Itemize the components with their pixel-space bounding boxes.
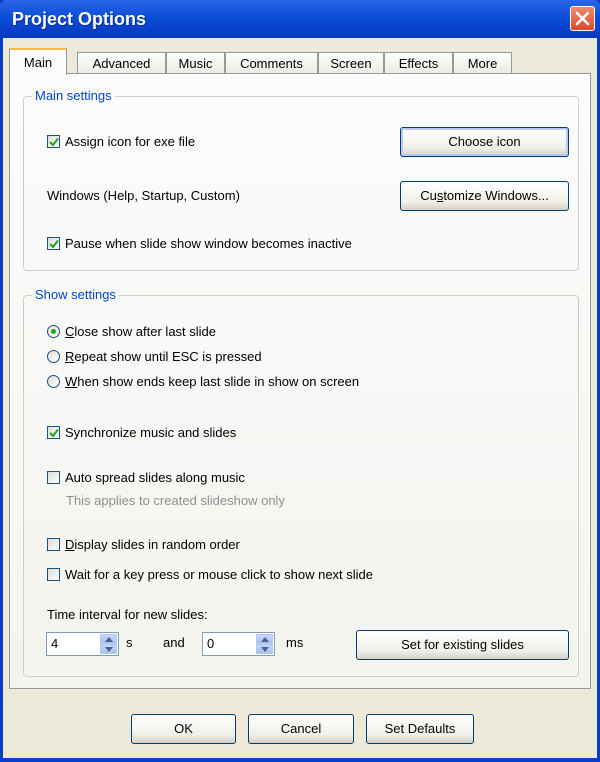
ms-down-arrow[interactable] [256, 644, 273, 654]
customize-label-post: tomize Windows... [443, 188, 549, 203]
cancel-label: Cancel [280, 721, 322, 736]
interval-label: Time interval for new slides: [47, 607, 208, 622]
auto-spread-checkbox[interactable]: Auto spread slides along music [47, 470, 245, 485]
dialog-client-area: Main Advanced Music Comments Screen Effe… [3, 38, 597, 758]
checkbox-box [47, 538, 60, 551]
show-settings-title: Show settings [32, 287, 119, 302]
set-defaults-label: Set Defaults [384, 721, 456, 736]
auto-spread-label: Auto spread slides along music [65, 470, 245, 485]
ok-button[interactable]: OK [131, 714, 236, 744]
assign-icon-checkbox[interactable]: Assign icon for exe file [47, 134, 195, 149]
radio-close-label: lose show after last slide [74, 324, 217, 339]
ms-up-arrow[interactable] [256, 634, 273, 644]
close-icon [575, 11, 590, 26]
window-title: Project Options [12, 9, 147, 29]
set-existing-label: Set for existing slides [401, 637, 524, 652]
wait-key-press-checkbox[interactable]: Wait for a key press or mouse click to s… [47, 567, 373, 582]
radio-keep-label: hen show ends keep last slide in show on… [77, 374, 360, 389]
ms-value: 0 [207, 636, 215, 651]
checkbox-box [47, 426, 60, 439]
radio-repeat-accel: R [65, 349, 75, 364]
seconds-value: 4 [51, 636, 59, 651]
spin-up-icon [261, 637, 269, 642]
assign-icon-label: Assign icon for exe file [65, 134, 196, 149]
customize-windows-button[interactable]: Customize Windows... [400, 181, 569, 211]
check-mark-icon [49, 239, 59, 249]
sync-music-checkbox[interactable]: Synchronize music and slides [47, 425, 236, 440]
radio-button [47, 350, 60, 363]
radio-repeat-show[interactable]: Repeat show until ESC is pressed [47, 349, 262, 364]
spin-up-icon [105, 637, 113, 642]
title-bar[interactable]: Project Options [0, 0, 600, 38]
tab-comments[interactable]: Comments [225, 52, 318, 74]
seconds-spinner[interactable]: 4 [46, 632, 119, 656]
main-settings-title: Main settings [32, 88, 115, 103]
tab-music[interactable]: Music [166, 52, 225, 74]
auto-spread-note: This applies to created slideshow only [66, 493, 285, 508]
random-order-label: isplay slides in random order [74, 537, 240, 552]
set-existing-slides-button[interactable]: Set for existing slides [356, 630, 569, 660]
set-defaults-button[interactable]: Set Defaults [366, 714, 474, 744]
tab-screen[interactable]: Screen [318, 52, 384, 74]
tab-label: Comments [240, 56, 303, 71]
tab-label: Advanced [92, 56, 151, 71]
radio-keep-last-slide[interactable]: When show ends keep last slide in show o… [47, 374, 359, 389]
choose-icon-button[interactable]: Choose icon [400, 127, 569, 157]
wait-key-press-label: Wait for a key press or mouse click to s… [65, 567, 374, 582]
sync-music-label: Synchronize music and slides [65, 425, 237, 440]
seconds-spin-arrows [100, 634, 117, 654]
ms-spinner[interactable]: 0 [202, 632, 275, 656]
and-label: and [163, 635, 185, 650]
radio-button [47, 375, 60, 388]
pause-inactive-checkbox[interactable]: Pause when slide show window becomes ina… [47, 236, 352, 251]
tab-effects[interactable]: Effects [384, 52, 453, 74]
spin-down-icon [105, 647, 113, 652]
spin-down-icon [261, 647, 269, 652]
close-button[interactable] [570, 6, 595, 31]
show-settings-group: Show settings Close show after last slid… [23, 287, 579, 677]
ms-spin-arrows [256, 634, 273, 654]
check-mark-icon [49, 428, 59, 438]
tab-label: Effects [398, 56, 439, 71]
main-tab-panel: Main settings Assign icon for exe file C… [9, 73, 591, 689]
radio-keep-accel: W [65, 374, 78, 389]
choose-icon-label: Choose icon [448, 134, 521, 149]
tab-label: More [467, 56, 498, 71]
seconds-up-arrow[interactable] [100, 634, 117, 644]
tab-label: Music [178, 56, 213, 71]
seconds-unit: s [126, 635, 133, 650]
tab-advanced[interactable]: Advanced [77, 52, 166, 74]
cancel-button[interactable]: Cancel [248, 714, 354, 744]
pause-inactive-label: Pause when slide show window becomes ina… [65, 236, 352, 251]
radio-close-show[interactable]: Close show after last slide [47, 324, 216, 339]
seconds-down-arrow[interactable] [100, 644, 117, 654]
tab-more[interactable]: More [453, 52, 512, 74]
radio-repeat-label: epeat show until ESC is pressed [74, 349, 262, 364]
tab-main[interactable]: Main [9, 48, 67, 75]
checkbox-box [47, 237, 60, 250]
project-options-window: Project Options Main Advanced Music Comm… [0, 0, 600, 762]
checkbox-box [47, 568, 60, 581]
checkbox-box [47, 471, 60, 484]
check-mark-icon [49, 137, 59, 147]
ok-label: OK [174, 721, 193, 736]
windows-label: Windows (Help, Startup, Custom) [47, 188, 240, 203]
random-order-checkbox[interactable]: Display slides in random order [47, 537, 240, 552]
checkbox-box [47, 135, 60, 148]
radio-button [47, 325, 60, 338]
tab-label: Main [23, 55, 53, 70]
customize-label-pre: Cu [420, 188, 437, 203]
tab-label: Screen [330, 56, 372, 71]
main-settings-group: Main settings Assign icon for exe file C… [23, 88, 579, 271]
radio-close-accel: C [65, 324, 75, 339]
radio-selected-dot [51, 329, 56, 334]
random-order-accel: D [65, 537, 75, 552]
ms-unit: ms [286, 635, 304, 650]
